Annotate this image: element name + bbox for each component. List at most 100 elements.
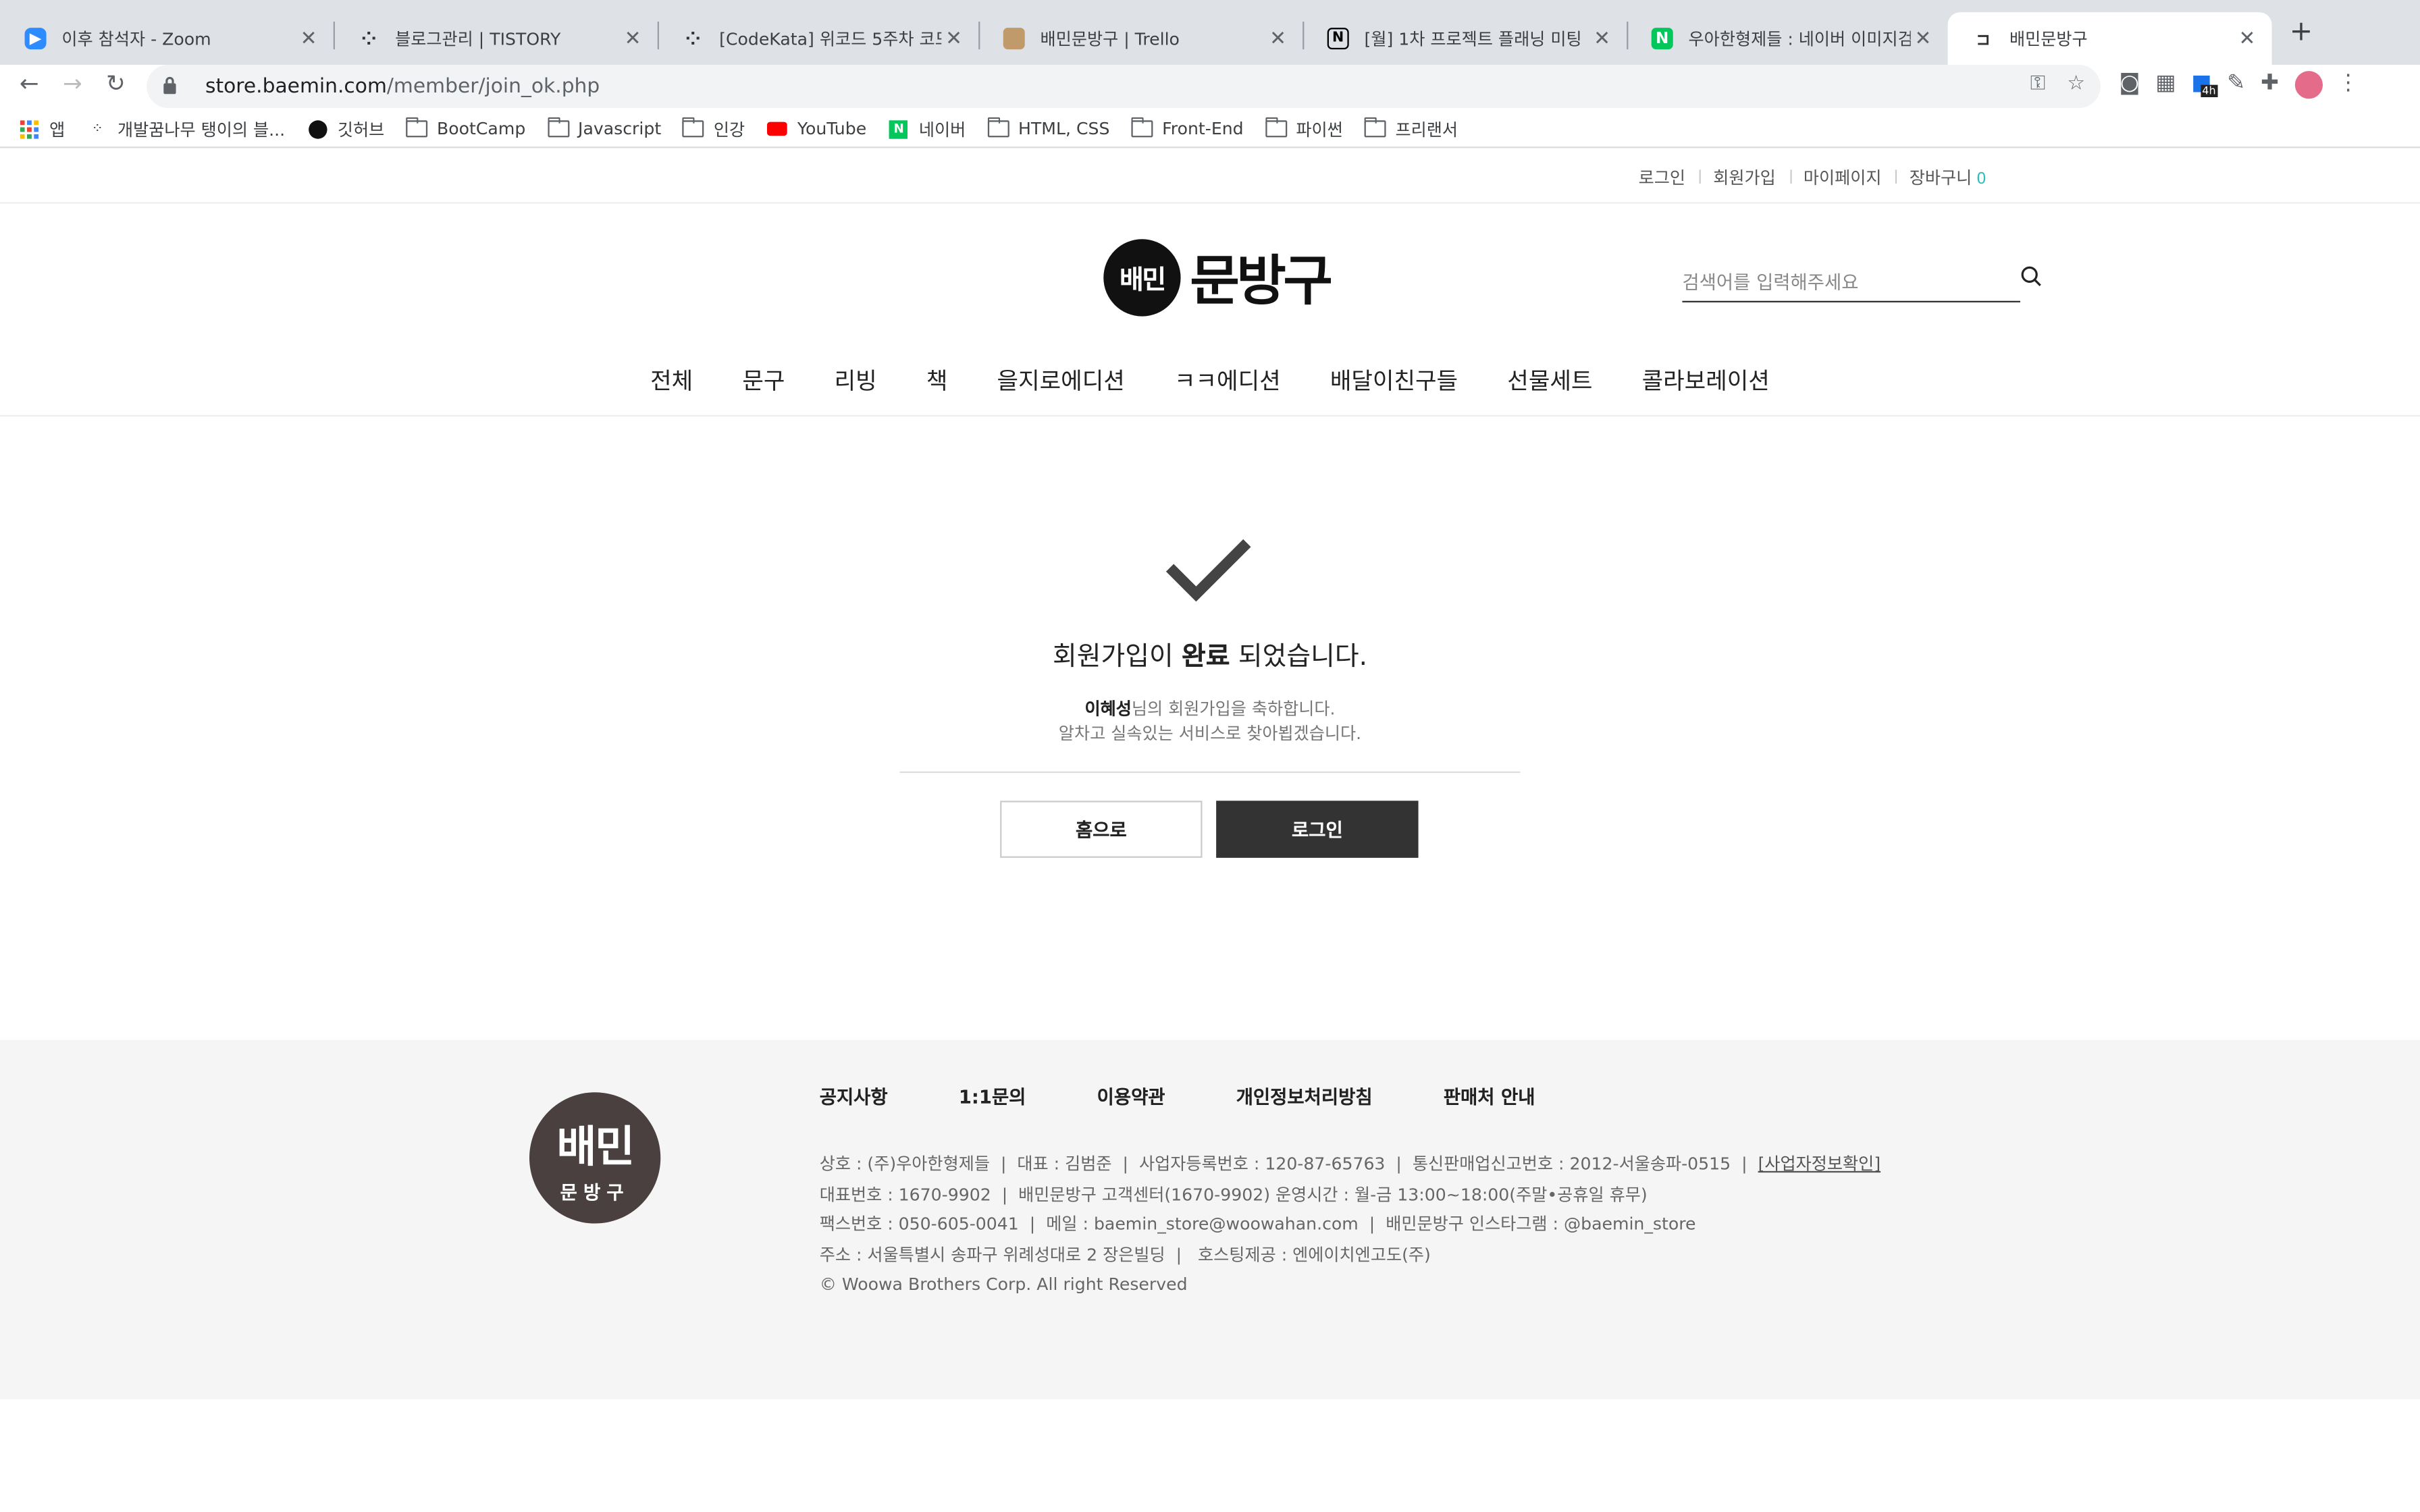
close-icon[interactable]: ✕ [621,27,646,50]
tab-trello[interactable]: 배민문방구 | Trello ✕ [978,12,1303,65]
zoom-icon: ▶ [24,28,47,50]
nav-item-books[interactable]: 책 [926,364,948,396]
extension-area: ◙ ▦ ■ 4h ✎ ✚ ⋮ [2119,71,2359,99]
username: 이혜성 [1084,699,1132,720]
tab-zoom[interactable]: ▶ 이후 참석자 - Zoom ✕ [0,12,334,65]
eyedropper-icon[interactable]: ✎ [2227,71,2245,99]
bookmark-folder-python[interactable]: 파이썬 [1265,117,1343,142]
timer-extension-icon[interactable]: ■ 4h [2191,71,2217,99]
tab-title: 이후 참석자 - Zoom [61,29,211,50]
tab-codekata[interactable]: ⁘ [CodeKata] 위코드 5주차 코드카타 ✕ [658,12,978,65]
nav-item-collaboration[interactable]: 콜라보레이션 [1642,364,1770,396]
camera-icon[interactable]: ◙ [2119,71,2140,99]
page-bottom [0,1399,2420,1512]
login-link[interactable]: 로그인 [1625,165,1700,190]
copyright: © Woowa Brothers Corp. All right Reserve… [819,1274,1188,1295]
menu-kebab-icon[interactable]: ⋮ [2338,71,2359,99]
bookmark-blog[interactable]: ⁘ 개발꿈나무 탱이의 블... [86,117,285,142]
close-icon[interactable]: ✕ [1265,27,1290,50]
folder-icon [1131,117,1153,138]
search-input[interactable]: 검색어를 입력해주세요 [1682,263,2020,302]
cart-count: 0 [1976,171,1987,188]
github-icon [307,119,328,138]
tab-notion[interactable]: N [월] 1차 프로젝트 플래닝 미팅 ✕ [1303,12,1627,65]
title-part: 회원가입이 [1052,641,1182,673]
nav-item-living[interactable]: 리빙 [835,364,877,396]
search-icon[interactable] [2020,265,2042,287]
avatar[interactable] [2294,71,2322,99]
bookmark-label: 네이버 [918,119,966,140]
footer-link-inquiry[interactable]: 1:1문의 [959,1083,1026,1110]
bookmark-label: 깃허브 [337,119,385,140]
bookmark-label: BootCamp [436,118,526,139]
footer-link-terms[interactable]: 이용약관 [1097,1083,1165,1110]
footer-link-stores[interactable]: 판매처 안내 [1444,1083,1535,1110]
bookmark-folder-freelancer[interactable]: 프리랜서 [1364,117,1458,142]
nav-item-kk-edition[interactable]: ㅋㅋ에디션 [1174,364,1281,396]
browser-tab-bar: ▶ 이후 참석자 - Zoom ✕ ⁘ 블로그관리 | TISTORY ✕ ⁘ … [0,0,2420,65]
bookmarks-bar: 앱 ⁘ 개발꿈나무 탱이의 블... 깃허브 BootCamp Javascri… [0,111,2420,148]
info-line: 상호 : (주)우아한형제들 | 대표 : 김범준 | 사업자등록번호 : 12… [819,1154,1758,1174]
bookmark-folder-lectures[interactable]: 인강 [683,117,745,142]
nav-item-stationery[interactable]: 문구 [742,364,785,396]
title-bold: 완료 [1182,641,1230,673]
bookmark-apps[interactable]: 앱 [18,117,65,142]
tab-baemin-active[interactable]: ⊐ 배민문방구 ✕ [1947,12,2272,65]
notion-icon: N [1327,28,1349,50]
bookmark-folder-javascript[interactable]: Javascript [547,117,662,139]
completion-title: 회원가입이 완료 되었습니다. [0,634,2420,673]
home-button[interactable]: 홈으로 [1000,801,1203,858]
tab-tistory[interactable]: ⁘ 블로그관리 | TISTORY ✕ [334,12,658,65]
bookmark-label: YouTube [797,118,867,139]
reload-icon[interactable]: ↻ [94,70,137,97]
close-icon[interactable]: ✕ [296,27,321,50]
tab-title: 배민문방구 | Trello [1040,29,1180,50]
nav-item-baedal-friends[interactable]: 배달이친구들 [1330,364,1458,396]
nav-item-all[interactable]: 전체 [650,364,693,396]
forward-icon[interactable]: → [51,70,94,97]
logo-circle: 배민 [1103,238,1181,316]
footer-link-notice[interactable]: 공지사항 [820,1083,888,1110]
logo-text: 문방구 [1190,251,1333,313]
back-icon[interactable]: ← [7,70,51,97]
mypage-link[interactable]: 마이페이지 [1789,165,1895,190]
bookmark-label: 파이썬 [1296,119,1343,140]
title-part: 되었습니다. [1230,641,1368,673]
footer-link-privacy[interactable]: 개인정보처리방침 [1236,1083,1373,1110]
bookmark-naver[interactable]: N 네이버 [888,117,966,142]
cart-label: 장바구니 [1909,168,1972,188]
completion-message: 이혜성님의 회원가입을 축하합니다. 알차고 실속있는 서비스로 찾아뵙겠습니다… [0,697,2420,747]
join-link[interactable]: 회원가입 [1699,165,1790,190]
address-bar[interactable]: store.baemin.com/member/join_ok.php ⚿ ☆ [147,64,2101,108]
tab-naver[interactable]: N 우아한형제들 : 네이버 이미지검색 ✕ [1627,12,1947,65]
bookmark-youtube[interactable]: YouTube [766,119,866,139]
cart-link[interactable]: 장바구니 0 [1895,165,2000,190]
folder-icon [1265,117,1287,138]
divider [899,771,1521,774]
nav-item-gift-set[interactable]: 선물세트 [1507,364,1592,396]
close-icon[interactable]: ✕ [941,27,966,50]
bookmark-folder-html-css[interactable]: HTML, CSS [987,117,1109,139]
bookmark-label: Javascript [578,118,662,139]
youtube-icon [766,119,788,138]
baemin-icon: ⊐ [1976,28,1991,49]
nav-item-euljiro-edition[interactable]: 을지로에디션 [997,364,1125,396]
lock-icon [162,75,180,98]
close-icon[interactable]: ✕ [1911,27,1936,50]
puzzle-icon[interactable]: ✚ [2261,71,2279,99]
url-path: /member/join_ok.php [386,74,600,99]
site-logo[interactable]: 배민 문방구 [1103,238,1333,317]
extension-grid-icon[interactable]: ▦ [2155,71,2176,99]
login-button[interactable]: 로그인 [1216,801,1419,858]
business-info-link[interactable]: [사업자정보확인] [1758,1154,1881,1174]
bookmark-label: Front-End [1162,118,1244,139]
bookmark-folder-bootcamp[interactable]: BootCamp [406,117,526,139]
bookmark-github[interactable]: 깃허브 [307,117,384,142]
key-icon[interactable]: ⚿ [2030,72,2046,95]
close-icon[interactable]: ✕ [2235,27,2260,50]
utility-bar: 로그인 회원가입 마이페이지 장바구니 0 [0,148,2420,204]
bookmark-folder-front-end[interactable]: Front-End [1131,117,1244,139]
bookmark-star-icon[interactable]: ☆ [2067,72,2085,95]
new-tab-button[interactable]: + [2284,16,2318,49]
close-icon[interactable]: ✕ [1589,27,1614,50]
